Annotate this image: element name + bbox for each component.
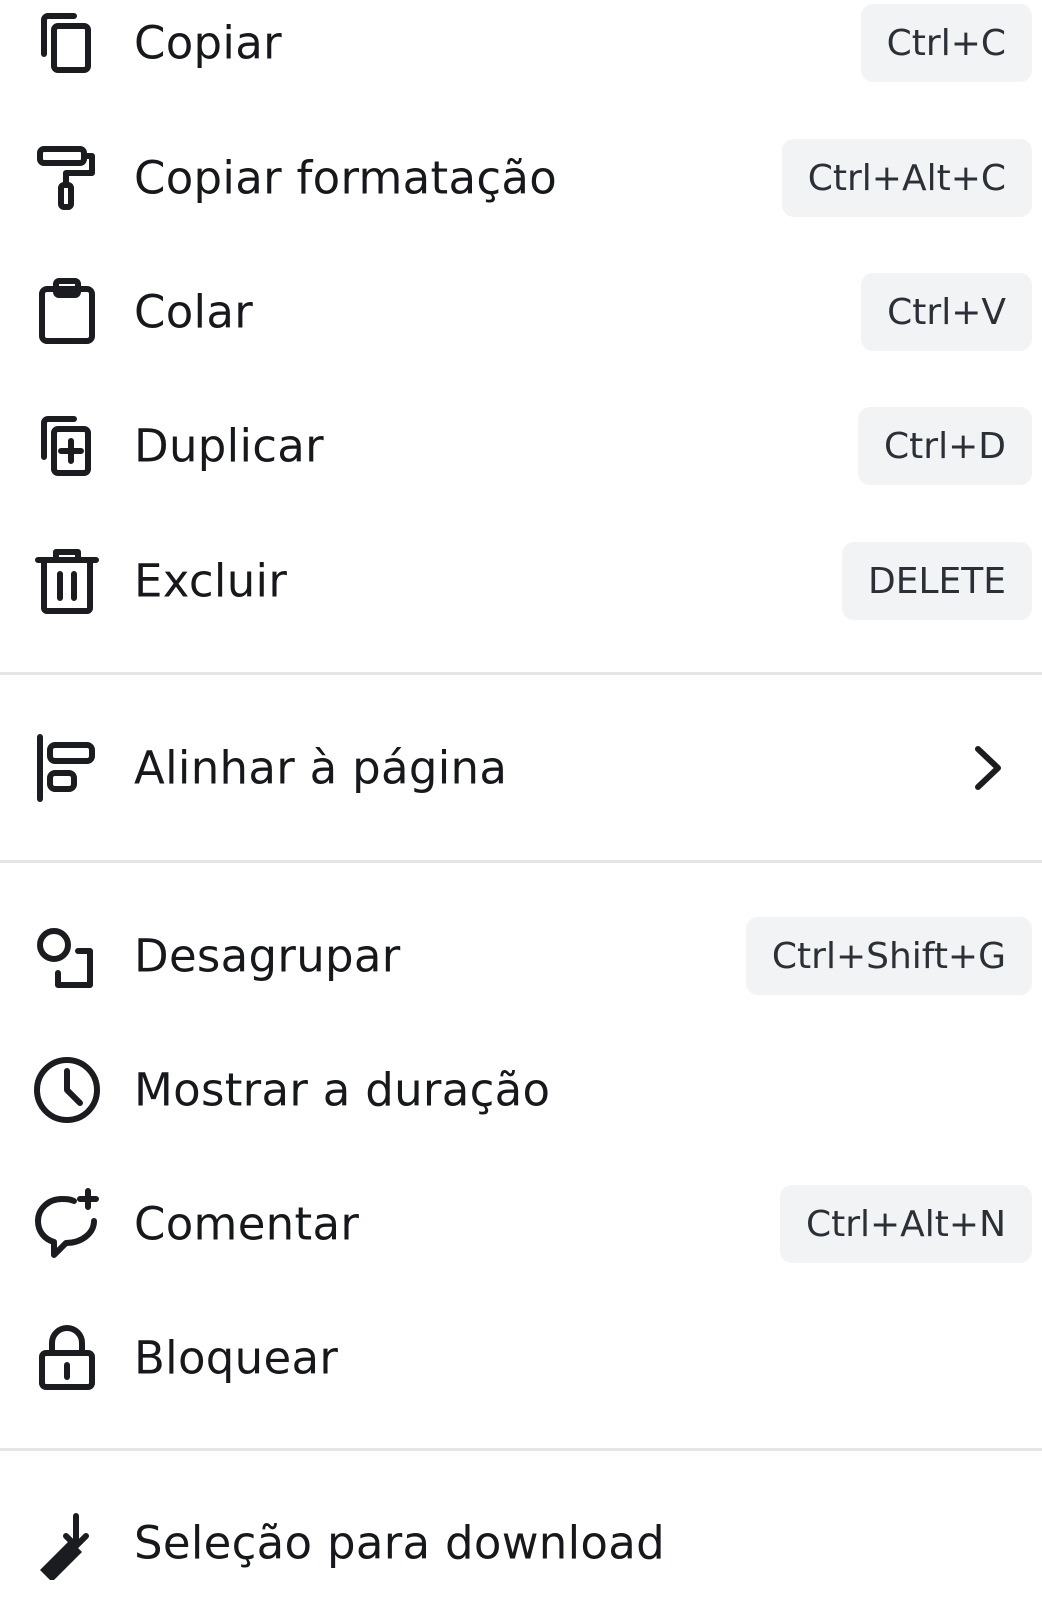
duplicate-icon (30, 409, 104, 483)
menu-item-label: Alinhar à página (134, 741, 508, 795)
menu-item-label: Copiar formatação (134, 151, 558, 205)
menu-item-label: Bloquear (134, 1331, 339, 1385)
divider (0, 860, 1042, 863)
menu-item-show-duration[interactable]: Mostrar a duração (0, 1035, 1042, 1145)
menu-item-label: Comentar (134, 1197, 360, 1251)
menu-item-label: Mostrar a duração (134, 1063, 551, 1117)
ungroup-icon (30, 919, 104, 993)
copy-icon (30, 6, 104, 80)
menu-item-label: Desagrupar (134, 929, 401, 983)
clipboard-icon (30, 275, 104, 349)
menu-item-comment[interactable]: Comentar Ctrl+Alt+N (0, 1169, 1042, 1279)
clock-icon (30, 1053, 104, 1127)
menu-item-align-page[interactable]: Alinhar à página (0, 713, 1042, 823)
shortcut-badge: Ctrl+Alt+N (779, 1185, 1032, 1263)
shortcut-badge: Ctrl+D (858, 407, 1032, 485)
menu-item-label: Excluir (134, 554, 288, 608)
shortcut-badge: Ctrl+Shift+G (745, 917, 1032, 995)
menu-item-ungroup[interactable]: Desagrupar Ctrl+Shift+G (0, 901, 1042, 1011)
shortcut-badge: Ctrl+V (861, 273, 1032, 351)
chevron-right-icon (962, 743, 1012, 793)
menu-item-label: Colar (134, 285, 254, 339)
menu-item-label: Seleção para download (134, 1516, 666, 1570)
comment-add-icon (30, 1187, 104, 1261)
menu-item-label: Duplicar (134, 419, 324, 473)
divider (0, 672, 1042, 675)
menu-item-label: Copiar (134, 16, 282, 70)
divider (0, 1448, 1042, 1451)
download-icon (30, 1506, 104, 1580)
lock-icon (30, 1321, 104, 1395)
align-left-icon (30, 731, 104, 805)
paint-roller-icon (30, 141, 104, 215)
context-menu: Copiar Ctrl+C Copiar formatação Ctrl+Alt… (0, 0, 1042, 1580)
menu-item-duplicate[interactable]: Duplicar Ctrl+D (0, 391, 1042, 501)
menu-item-lock[interactable]: Bloquear (0, 1303, 1042, 1413)
shortcut-badge: Ctrl+C (860, 4, 1032, 82)
trash-icon (30, 544, 104, 618)
shortcut-badge: Ctrl+Alt+C (781, 139, 1032, 217)
menu-item-copy-format[interactable]: Copiar formatação Ctrl+Alt+C (0, 123, 1042, 233)
menu-item-copy[interactable]: Copiar Ctrl+C (0, 0, 1042, 98)
shortcut-badge: DELETE (841, 542, 1032, 620)
menu-item-paste[interactable]: Colar Ctrl+V (0, 257, 1042, 367)
menu-item-download-selection[interactable]: Seleção para download (0, 1488, 1042, 1598)
menu-item-delete[interactable]: Excluir DELETE (0, 526, 1042, 636)
